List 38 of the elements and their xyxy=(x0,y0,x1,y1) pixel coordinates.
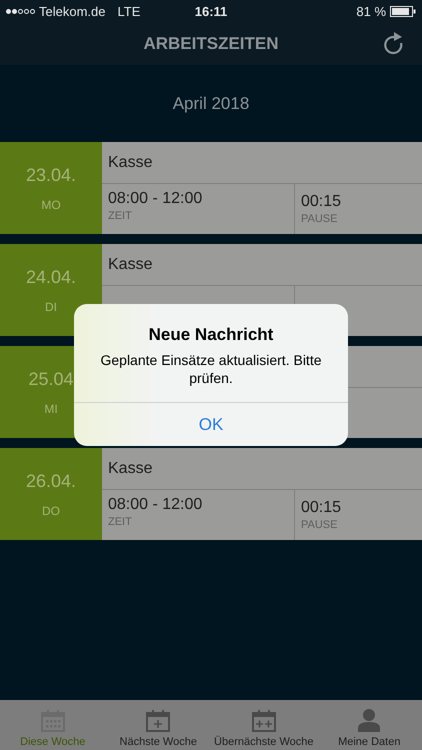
task-name: Kasse xyxy=(108,154,152,172)
pause-time: 00:15 xyxy=(301,499,342,517)
tab[interactable]: Meine Daten xyxy=(316,700,422,750)
pause-label: PAUSE xyxy=(301,213,338,225)
network-type: LTE xyxy=(117,4,140,18)
tab[interactable]: Nächste Woche xyxy=(106,700,211,750)
weekday-label: MI xyxy=(44,402,58,416)
day-date: 24.04. xyxy=(26,266,76,288)
weekday-label: DI xyxy=(45,300,57,314)
ok-button[interactable]: OK xyxy=(74,402,348,446)
weekday-label: MO xyxy=(41,198,61,212)
battery-percent: 81 % xyxy=(356,4,386,18)
task-name: Kasse xyxy=(108,256,152,274)
tab[interactable]: Übernächste Woche xyxy=(211,700,316,750)
shift-time: 08:00 - 12:00 xyxy=(108,190,202,208)
person-icon xyxy=(357,708,382,732)
task-name: Kasse xyxy=(108,460,152,478)
calendar-plus-icon xyxy=(250,708,278,732)
day-date: 26.04. xyxy=(26,470,76,492)
shift-time: 08:00 - 12:00 xyxy=(108,496,202,514)
day-date: 23.04. xyxy=(26,164,76,186)
time-label: ZEIT xyxy=(108,516,132,528)
battery-icon xyxy=(390,6,416,16)
refresh-icon[interactable] xyxy=(382,31,404,55)
time-label: ZEIT xyxy=(108,210,132,222)
pause-time: 00:15 xyxy=(301,193,342,211)
pause-label: PAUSE xyxy=(301,519,338,531)
alert-title: Neue Nachricht xyxy=(148,325,274,345)
signal-icon xyxy=(6,8,35,14)
alert-message: Geplante Einsätze aktualisiert. Bitte prüfen. xyxy=(99,351,322,388)
weekday-label: DO xyxy=(42,504,60,518)
clock: 16:11 xyxy=(194,4,228,18)
month-label: April 2018 xyxy=(172,94,250,114)
carrier-name: Telekom.de xyxy=(39,4,106,18)
screen-title: ARBEITSZEITEN xyxy=(143,34,279,54)
tab[interactable]: Diese Woche xyxy=(0,700,106,750)
day-date: 25.04 xyxy=(28,368,74,390)
calendar-plus-icon xyxy=(144,708,172,732)
